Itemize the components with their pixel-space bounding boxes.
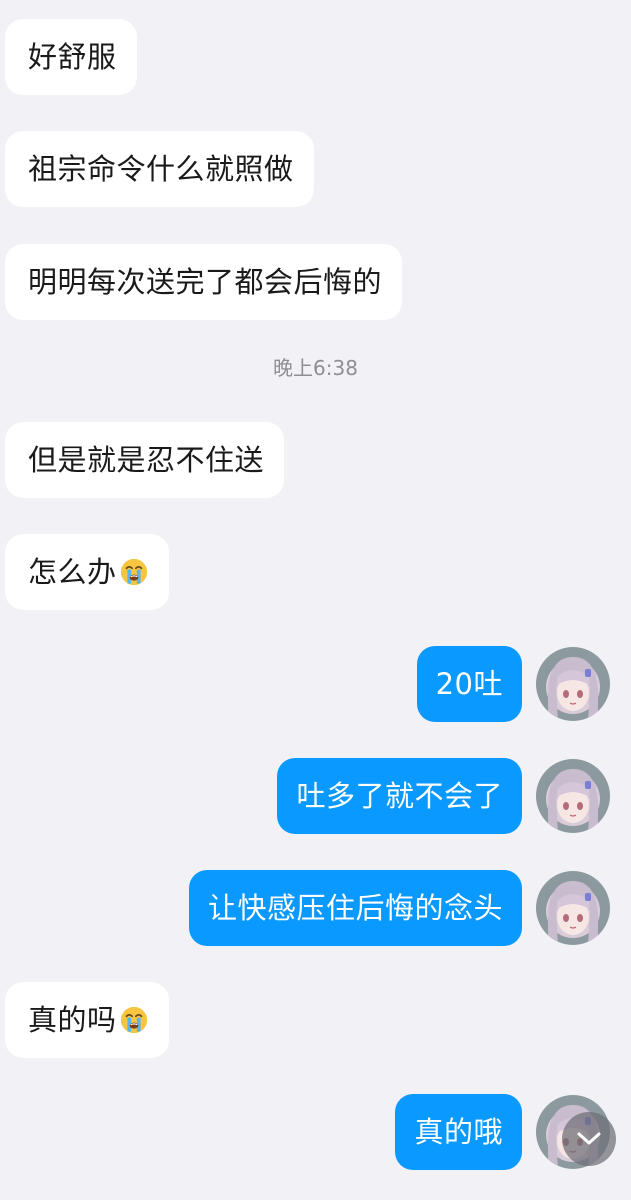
incoming-message-bubble[interactable]: 好舒服 [5, 19, 137, 95]
timestamp: 晚上6:38 [273, 356, 358, 380]
incoming-message-bubble[interactable]: 但是就是忍不住送 [5, 422, 285, 498]
message-text: 祖宗命令什么就照做 [28, 152, 294, 186]
message-text: 真的吗 [28, 1003, 117, 1037]
outgoing-message-bubble[interactable]: 让快感压住后悔的念头 [188, 870, 522, 946]
incoming-message-bubble[interactable]: 真的吗 [5, 982, 169, 1058]
message-row: 祖宗命令什么就照做 [0, 131, 631, 207]
incoming-message-bubble[interactable]: 祖宗命令什么就照做 [5, 131, 314, 207]
avatar-image [536, 647, 610, 721]
message-row: 真的吗 [0, 982, 631, 1058]
message-row: 吐多了就不会了 [0, 758, 631, 834]
outgoing-message-bubble[interactable]: 吐多了就不会了 [277, 758, 522, 834]
incoming-message-bubble[interactable]: 明明每次送完了都会后悔的 [5, 244, 403, 320]
scroll-to-bottom-button[interactable] [562, 1112, 616, 1166]
avatar[interactable] [536, 759, 610, 833]
outgoing-message-bubble[interactable]: 真的哦 [395, 1094, 522, 1170]
message-text: 吐多了就不会了 [296, 779, 503, 813]
chevron-down-icon [577, 1132, 601, 1145]
message-row: 让快感压住后悔的念头 [0, 870, 631, 946]
message-text: 但是就是忍不住送 [28, 443, 265, 477]
message-row: 明明每次送完了都会后悔的 [0, 244, 631, 320]
message-text: 真的哦 [414, 1115, 503, 1149]
message-row: 真的哦 [0, 1094, 631, 1170]
message-text: 20吐 [435, 667, 503, 701]
avatar-image [536, 759, 610, 833]
avatar[interactable] [536, 871, 610, 945]
incoming-message-bubble[interactable]: 怎么办 [5, 534, 169, 610]
message-row: 好舒服 [0, 19, 631, 95]
chat-thread[interactable]: 好舒服 祖宗命令什么就照做 明明每次送完了都会后悔的 晚上6:38 但是就是忍不… [0, 0, 631, 1200]
avatar[interactable] [536, 647, 610, 721]
loudly-crying-face-icon [120, 1006, 147, 1034]
message-row: 但是就是忍不住送 [0, 422, 631, 498]
avatar-image [536, 871, 610, 945]
outgoing-message-bubble[interactable]: 20吐 [416, 646, 522, 722]
message-row: 怎么办 [0, 534, 631, 610]
loudly-crying-face-icon [120, 558, 147, 586]
message-text: 让快感压住后悔的念头 [207, 891, 503, 925]
message-text: 明明每次送完了都会后悔的 [28, 265, 383, 299]
message-text: 怎么办 [28, 555, 117, 589]
message-row: 20吐 [0, 646, 631, 722]
message-text: 好舒服 [28, 40, 117, 74]
